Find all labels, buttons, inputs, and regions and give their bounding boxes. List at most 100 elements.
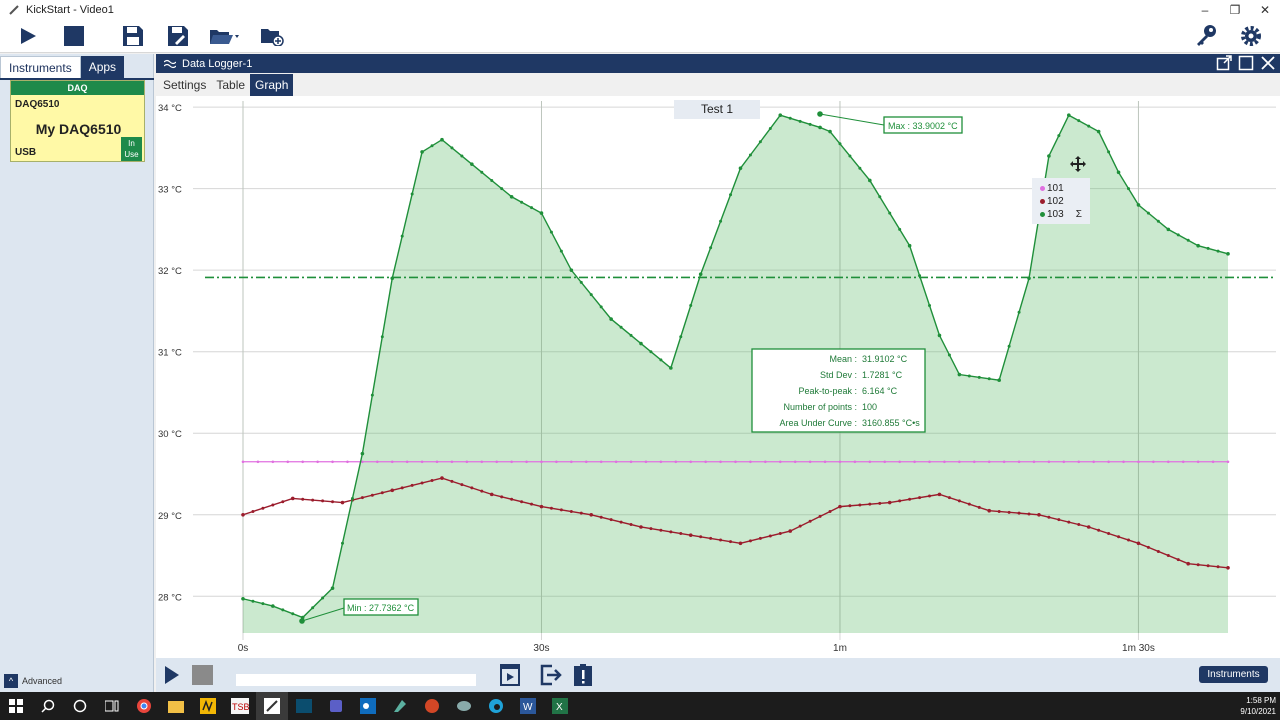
close-icon[interactable] bbox=[1260, 55, 1276, 71]
close-window-button[interactable]: ✕ bbox=[1250, 0, 1280, 20]
tab-table[interactable]: Table bbox=[211, 74, 250, 96]
x-tick-label: 1m bbox=[833, 643, 847, 654]
advanced-toggle[interactable]: ^ Advanced bbox=[4, 674, 62, 688]
open-button[interactable] bbox=[208, 23, 242, 49]
kickstart-taskbar-icon[interactable] bbox=[256, 692, 288, 720]
data-point bbox=[749, 460, 752, 463]
data-point bbox=[883, 460, 886, 463]
data-point bbox=[440, 138, 444, 142]
snip-app-icon[interactable] bbox=[448, 692, 480, 720]
tsb-app-icon[interactable]: TSB bbox=[224, 692, 256, 720]
data-point bbox=[580, 281, 583, 284]
maximize-icon[interactable] bbox=[1238, 55, 1254, 71]
data-point bbox=[888, 501, 892, 505]
data-point bbox=[848, 155, 851, 158]
step-run-icon[interactable] bbox=[500, 664, 520, 686]
data-point bbox=[958, 373, 962, 377]
search-icon[interactable] bbox=[32, 692, 64, 720]
data-point bbox=[794, 460, 797, 463]
pop-out-icon[interactable] bbox=[1216, 55, 1232, 71]
play-icon[interactable] bbox=[164, 665, 180, 685]
data-point bbox=[779, 460, 782, 463]
tab-graph[interactable]: Graph bbox=[250, 74, 293, 96]
data-point bbox=[570, 460, 573, 463]
notes-app-icon[interactable] bbox=[384, 692, 416, 720]
data-point bbox=[421, 460, 424, 463]
data-point bbox=[848, 504, 851, 507]
sigma-icon[interactable]: Σ bbox=[1076, 209, 1082, 220]
data-point bbox=[1097, 130, 1101, 134]
alert-clipboard-icon[interactable] bbox=[574, 664, 592, 686]
legend-item[interactable]: 102 bbox=[1040, 195, 1090, 208]
data-point bbox=[858, 167, 861, 170]
data-point bbox=[281, 500, 284, 503]
tab-apps[interactable]: Apps bbox=[81, 56, 124, 78]
cortana-icon[interactable] bbox=[64, 692, 96, 720]
data-point bbox=[351, 497, 354, 500]
save-as-button[interactable] bbox=[164, 23, 192, 49]
task-view-icon[interactable] bbox=[96, 692, 128, 720]
minimize-button[interactable]: – bbox=[1190, 0, 1220, 20]
svg-text:TSB: TSB bbox=[232, 702, 249, 712]
data-point bbox=[480, 490, 483, 493]
data-point bbox=[809, 520, 812, 523]
data-point bbox=[500, 495, 503, 498]
word-icon[interactable]: W bbox=[512, 692, 544, 720]
data-point bbox=[390, 277, 394, 281]
data-point bbox=[739, 166, 743, 170]
data-point bbox=[520, 500, 523, 503]
data-point bbox=[778, 113, 782, 117]
license-button[interactable] bbox=[1192, 23, 1220, 49]
open-folder-icon bbox=[209, 26, 241, 46]
data-point bbox=[291, 612, 294, 615]
data-point bbox=[729, 540, 732, 543]
new-folder-button[interactable] bbox=[258, 23, 286, 49]
stat-label: Mean : bbox=[829, 354, 857, 364]
tab-instruments[interactable]: Instruments bbox=[0, 56, 81, 78]
y-tick-label: 34 °C bbox=[158, 103, 182, 114]
data-point bbox=[709, 246, 712, 249]
powerpoint-icon[interactable] bbox=[416, 692, 448, 720]
instrument-card[interactable]: DAQ DAQ6510 My DAQ6510 USB In Use bbox=[10, 80, 145, 162]
data-point bbox=[291, 497, 295, 501]
data-point bbox=[997, 378, 1001, 382]
restore-button[interactable]: ❐ bbox=[1220, 0, 1250, 20]
data-point bbox=[609, 317, 613, 321]
legend-item[interactable]: 103Σ bbox=[1040, 208, 1090, 221]
data-point bbox=[321, 499, 324, 502]
windows-start-icon[interactable] bbox=[0, 692, 32, 720]
stop-icon[interactable] bbox=[192, 665, 213, 685]
teams-icon[interactable] bbox=[320, 692, 352, 720]
data-point bbox=[675, 460, 678, 463]
export-icon[interactable] bbox=[540, 664, 562, 686]
outlook-icon[interactable] bbox=[352, 692, 384, 720]
data-point bbox=[809, 460, 812, 463]
video-app-icon[interactable] bbox=[288, 692, 320, 720]
temperature-chart[interactable]: 28 °C29 °C30 °C31 °C32 °C33 °C34 °C0s30s… bbox=[156, 96, 1280, 658]
chrome-icon[interactable] bbox=[128, 692, 160, 720]
mathcad-icon[interactable] bbox=[192, 692, 224, 720]
data-point bbox=[818, 126, 822, 130]
system-clock[interactable]: 1:58 PM 9/10/2021 bbox=[1240, 695, 1276, 717]
panel-title: Data Logger-1 bbox=[182, 58, 252, 70]
data-point bbox=[361, 496, 364, 499]
data-point bbox=[968, 503, 971, 506]
data-point bbox=[311, 606, 314, 609]
data-point bbox=[431, 144, 434, 147]
data-point bbox=[1127, 187, 1130, 190]
excel-icon[interactable]: X bbox=[544, 692, 576, 720]
instruments-button[interactable]: Instruments bbox=[1199, 666, 1268, 683]
tab-settings[interactable]: Settings bbox=[156, 74, 211, 96]
data-point bbox=[828, 130, 832, 134]
file-explorer-icon[interactable] bbox=[160, 692, 192, 720]
data-point bbox=[1197, 460, 1200, 463]
legend-item[interactable]: 101 bbox=[1040, 182, 1090, 195]
settings-button[interactable] bbox=[1237, 23, 1265, 49]
save-button[interactable] bbox=[119, 23, 147, 49]
stop-button[interactable] bbox=[60, 23, 88, 49]
data-point bbox=[759, 537, 762, 540]
data-point bbox=[1177, 558, 1180, 561]
run-button[interactable] bbox=[14, 23, 42, 49]
edge-icon[interactable] bbox=[480, 692, 512, 720]
chart-legend[interactable]: 101 102 103Σ bbox=[1032, 178, 1090, 224]
